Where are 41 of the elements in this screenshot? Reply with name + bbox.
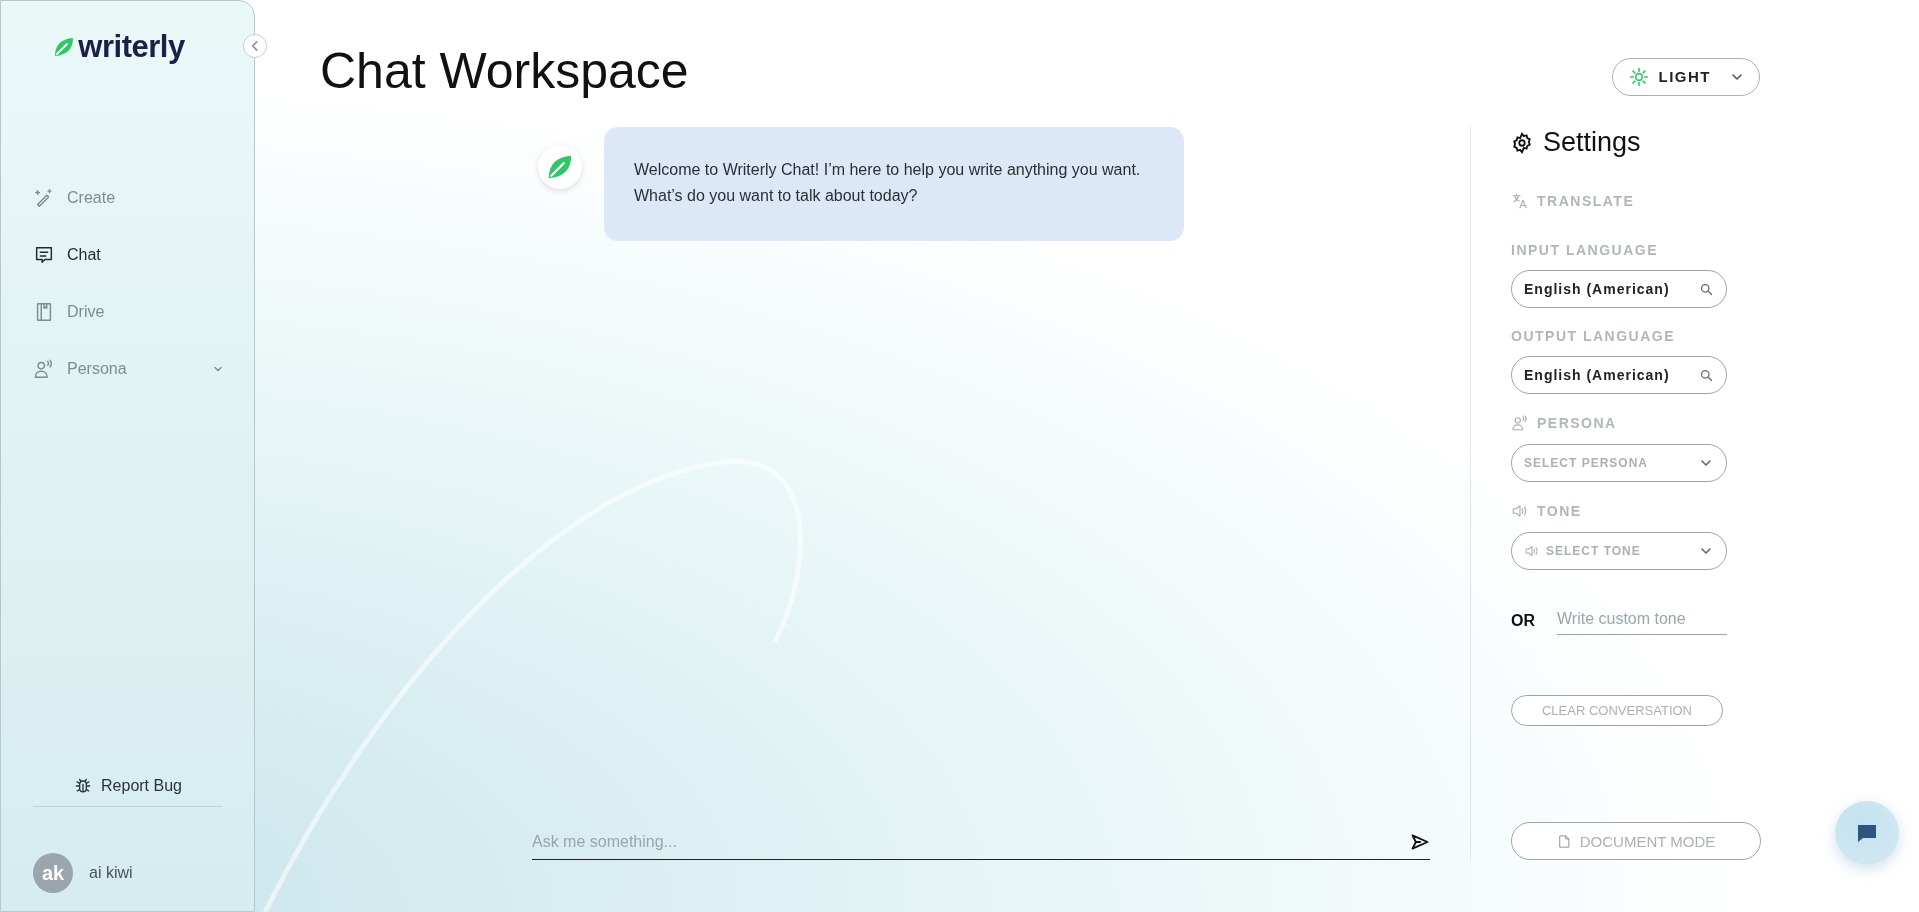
- person-voice-icon: [1511, 414, 1529, 432]
- or-label: OR: [1511, 611, 1535, 630]
- persona-dropdown[interactable]: SELECT PERSONA: [1511, 444, 1727, 482]
- speaker-icon: [1524, 543, 1540, 559]
- nav-item[interactable]: Create: [33, 187, 224, 209]
- custom-tone-field[interactable]: Write custom tone: [1557, 606, 1727, 635]
- translate-icon: [1511, 192, 1529, 210]
- nav-item[interactable]: Chat: [33, 244, 224, 266]
- tone-dropdown[interactable]: SELECT TONE: [1511, 532, 1727, 570]
- settings-heading: Settings: [1511, 127, 1641, 158]
- speaker-icon: [1511, 502, 1529, 520]
- settings-icon: [1511, 131, 1533, 154]
- language-search-field[interactable]: English (American): [1511, 270, 1727, 308]
- nav-item[interactable]: Drive: [33, 301, 224, 323]
- sun-icon: [1628, 66, 1649, 87]
- search-icon: [1699, 281, 1714, 297]
- collapse-button[interactable]: [243, 34, 267, 58]
- send-button[interactable]: [1410, 832, 1430, 852]
- search-icon: [1699, 367, 1714, 383]
- report-bug-link[interactable]: Report Bug: [1, 776, 254, 796]
- section-label: INPUT LANGUAGE: [1511, 242, 1658, 258]
- language-search-field[interactable]: English (American): [1511, 356, 1727, 394]
- page-title: Chat Workspace: [320, 41, 689, 100]
- nav-item[interactable]: Persona: [33, 358, 224, 380]
- theme-dropdown[interactable]: LIGHT: [1611, 57, 1760, 96]
- send-icon: [1410, 832, 1430, 852]
- section-label: TRANSLATE: [1537, 193, 1635, 209]
- logo: writerly: [1, 29, 236, 65]
- message-input[interactable]: Ask me something...: [532, 829, 1410, 855]
- message-bubble: Welcome to Writerly Chat! I’m here to help you write anything you want. What’s do you want to talk about today?: [604, 127, 1184, 241]
- user-name: ai kiwi: [89, 864, 133, 882]
- clear-conversation-button[interactable]: CLEAR CONVERSATION: [1511, 695, 1723, 726]
- section-label: OUTPUT LANGUAGE: [1511, 328, 1676, 344]
- section-label: PERSONA: [1537, 415, 1617, 431]
- chat-icon: [33, 244, 55, 266]
- chat-launcher-button[interactable]: [1835, 801, 1899, 865]
- document-icon: [1556, 833, 1572, 849]
- avatar: ak: [33, 853, 73, 893]
- document-mode-button[interactable]: DOCUMENT MODE: [1511, 822, 1761, 860]
- person-voice-icon: [33, 358, 55, 380]
- section-label: TONE: [1537, 503, 1582, 519]
